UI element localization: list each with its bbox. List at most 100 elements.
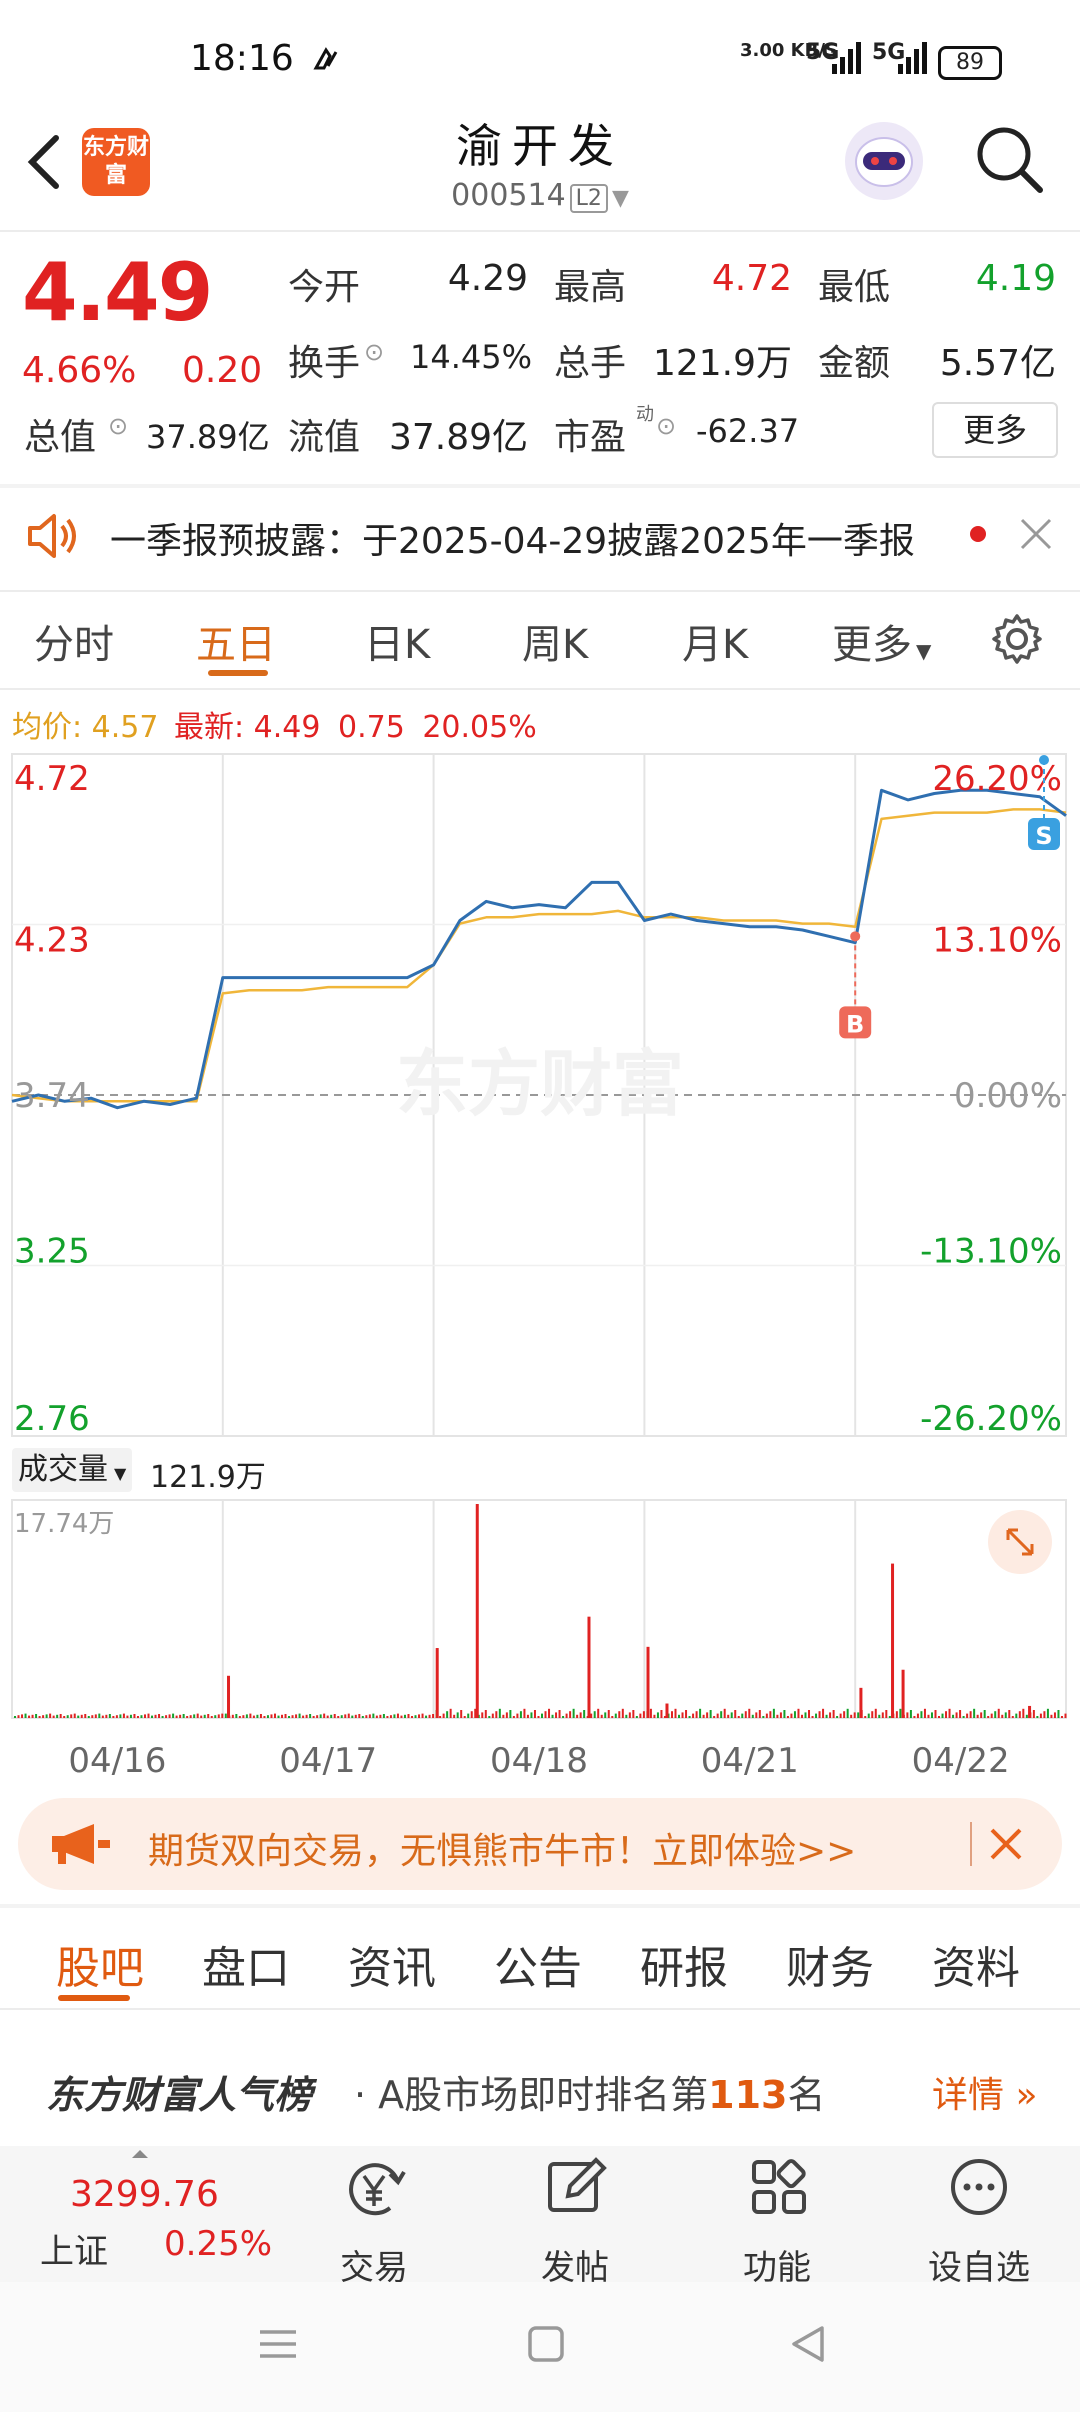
expand-up-icon[interactable] <box>132 2150 148 2158</box>
tab-monthly-k[interactable]: 月K <box>682 612 748 670</box>
volume-bar <box>758 1710 761 1718</box>
volume-bar <box>969 1711 972 1718</box>
close-banner-icon[interactable] <box>986 1824 1026 1864</box>
tab-more[interactable]: 更多 ▼ <box>832 612 931 670</box>
rank-prefix: · A股市场即时排名第 <box>354 2073 709 2117</box>
tab-five-day[interactable]: 五日 <box>196 612 276 670</box>
volume-bar <box>242 1715 245 1718</box>
stock-code: 000514 <box>451 178 566 213</box>
volume-bar <box>484 1710 487 1718</box>
volume-bar <box>312 1716 315 1718</box>
rank-detail-link[interactable]: 详情 » <box>932 2066 1037 2118</box>
volume-bar <box>966 1713 969 1718</box>
volume-bar <box>252 1715 255 1718</box>
volume-bar <box>411 1716 414 1718</box>
volume-bar <box>288 1716 291 1718</box>
low-value: 4.19 <box>975 258 1056 299</box>
menu-icon[interactable] <box>256 2322 300 2366</box>
signal-bars-icon <box>832 42 861 74</box>
notice-bar[interactable]: 一季报预披露：于2025-04-29披露2025年一季报 <box>0 488 1080 584</box>
tab-weekly-k[interactable]: 周K <box>522 612 588 670</box>
volume-bar <box>203 1714 206 1718</box>
info-icon-3[interactable]: ⊙ <box>656 412 676 440</box>
volume-bar <box>516 1713 519 1718</box>
volume-bar <box>207 1714 210 1718</box>
volume-bar <box>723 1708 726 1718</box>
volume-bar <box>186 1716 189 1718</box>
volume-bar <box>857 1712 860 1718</box>
volume-bar <box>762 1716 765 1718</box>
volume-bar <box>867 1713 870 1718</box>
home-icon[interactable] <box>524 2322 568 2366</box>
index-value[interactable]: 3299.76 <box>70 2174 219 2215</box>
volume-bar <box>748 1708 751 1718</box>
tab-guba[interactable]: 股吧 <box>56 1932 144 1996</box>
volume-bar <box>495 1711 498 1718</box>
more-circle-icon <box>951 2159 1007 2215</box>
buy-marker-label: B <box>846 1010 864 1038</box>
volume-bar <box>959 1710 962 1718</box>
low-label: 最低 <box>818 267 891 308</box>
volume-bar <box>913 1716 916 1718</box>
volume-bar <box>235 1714 238 1718</box>
tab-announcements[interactable]: 公告 <box>494 1932 582 1996</box>
volume-bar <box>825 1714 828 1718</box>
volume-chart[interactable]: 17.74万 04/16 04/17 04/18 04/21 04/22 <box>0 1496 1080 1796</box>
tab-news[interactable]: 资讯 <box>348 1932 436 1996</box>
volume-bar <box>94 1714 97 1718</box>
volume-bar <box>888 1716 891 1718</box>
volume-bar <box>843 1711 846 1718</box>
tab-profile[interactable]: 资料 <box>932 1932 1020 1996</box>
volume-bar <box>544 1711 547 1718</box>
volume-bar <box>263 1716 266 1718</box>
search-icon[interactable] <box>972 122 1048 198</box>
tab-pankou[interactable]: 盘口 <box>202 1932 290 1996</box>
avg-label: 均价: <box>12 710 83 745</box>
back-icon[interactable] <box>786 2322 830 2366</box>
tab-finance[interactable]: 财务 <box>786 1932 874 1996</box>
volume-bar <box>695 1711 698 1718</box>
volume-bar <box>87 1716 90 1718</box>
volume-bar <box>734 1710 737 1718</box>
volume-bar <box>1011 1716 1014 1718</box>
volume-bar <box>699 1708 702 1718</box>
y-tick-right: -13.10% <box>920 1232 1062 1272</box>
info-icon-2[interactable]: ⊙ <box>108 412 128 440</box>
volume-bar <box>259 1714 262 1718</box>
volume-bar <box>1043 1711 1046 1718</box>
volume-bar <box>681 1712 684 1718</box>
close-icon[interactable] <box>1018 516 1054 552</box>
volume-bar <box>337 1716 340 1718</box>
settings-gear-icon[interactable] <box>990 612 1044 666</box>
volume-bar <box>537 1716 540 1718</box>
volume-bar <box>403 1714 406 1718</box>
volume-bar <box>14 1716 16 1718</box>
volume-bar <box>850 1714 853 1718</box>
double-chevron-right-icon: » <box>1004 2075 1038 2116</box>
status-bar: 18:16 3.00 KB/S 5G 5G 89 <box>0 0 1080 110</box>
volume-bar <box>1018 1711 1021 1718</box>
volume-bar <box>158 1714 161 1718</box>
volume-selector[interactable]: 成交量 ▼ <box>12 1448 133 1492</box>
more-button[interactable]: 更多 <box>932 402 1058 458</box>
volume-bar <box>618 1711 621 1718</box>
volume-bar <box>727 1714 730 1718</box>
x-tick-label: 04/16 <box>68 1741 166 1781</box>
volume-bar <box>604 1712 607 1718</box>
tab-research[interactable]: 研报 <box>640 1932 728 1996</box>
y-tick-left: 3.25 <box>14 1232 90 1272</box>
futures-banner[interactable]: 期货双向交易，无惧熊市牛市！立即体验>> <box>18 1798 1062 1890</box>
popularity-rank[interactable]: 东方财富人气榜 · A股市场即时排名第113名 详情 » <box>0 2010 1080 2130</box>
volume-bar <box>491 1713 494 1718</box>
volume-bar <box>319 1714 322 1718</box>
price-chart[interactable]: 东方财富 4.72 4.23 3.74 3.25 2.76 26.20% 13.10% 0.00… <box>0 750 1080 1440</box>
volume-bar <box>702 1714 705 1718</box>
volume-bar <box>769 1711 772 1718</box>
tab-daily-k[interactable]: 日K <box>364 612 430 670</box>
assistant-avatar[interactable] <box>845 122 923 200</box>
volume-bar <box>625 1714 628 1718</box>
tab-intraday[interactable]: 分时 <box>34 612 114 670</box>
volume-bar <box>379 1714 382 1718</box>
volume-bar <box>70 1714 73 1718</box>
info-icon[interactable]: ⊙ <box>364 338 384 366</box>
